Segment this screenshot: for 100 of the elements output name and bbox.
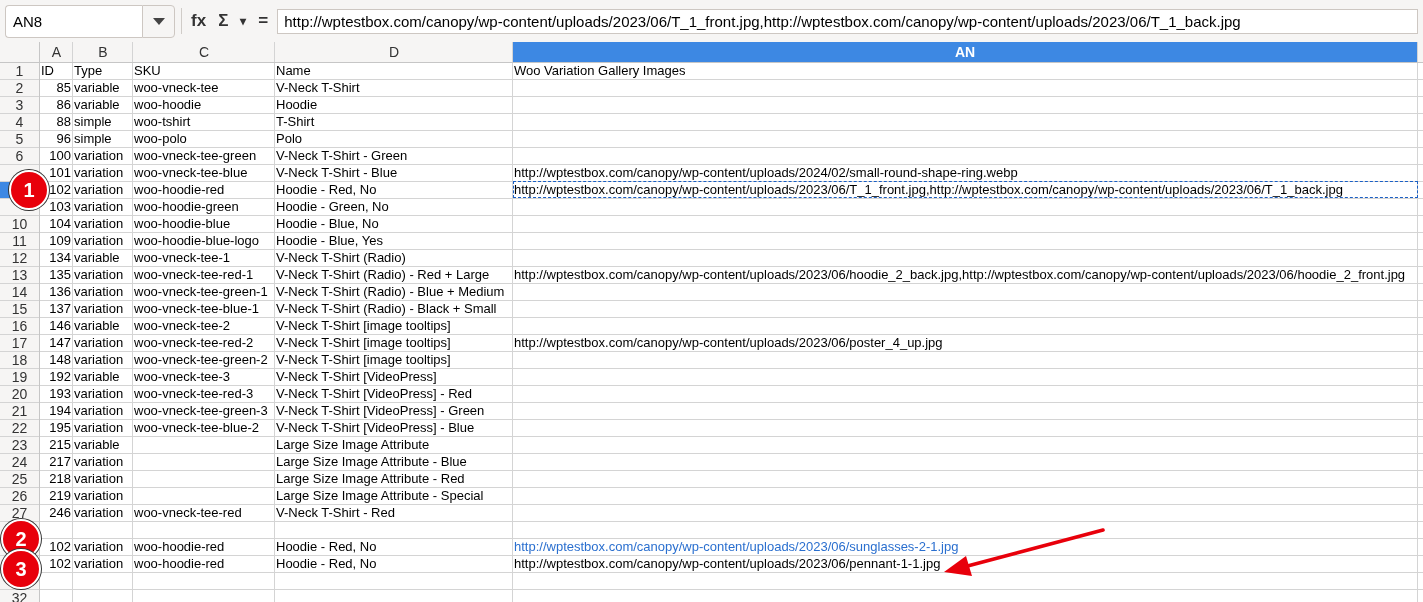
caret-button[interactable]: ▾ xyxy=(237,14,250,28)
table-cell-text: woo-hoodie-red xyxy=(133,539,226,556)
table-cell-text: variation xyxy=(73,386,125,403)
table-cell-text: V-Neck T-Shirt [image tooltips] xyxy=(275,352,452,369)
table-cell-text: Hoodie - Red, No xyxy=(275,556,378,573)
row-header[interactable]: 26 xyxy=(0,488,39,505)
table-cell-text: woo-vneck-tee-green-2 xyxy=(133,352,269,369)
row-header[interactable]: 5 xyxy=(0,131,39,148)
table-cell-text: Hoodie xyxy=(275,97,319,114)
table-cell-text: Large Size Image Attribute - Blue xyxy=(275,454,468,471)
name-box[interactable]: AN8 xyxy=(5,4,142,38)
row-header[interactable]: 11 xyxy=(0,233,39,250)
table-cell-text: variation xyxy=(73,403,125,420)
table-cell-text: variation xyxy=(73,335,125,352)
table-cell-text: variation xyxy=(73,539,125,556)
table-cell-text: Hoodie - Red, No xyxy=(275,539,378,556)
table-cell-text: V-Neck T-Shirt (Radio) - Red + Large xyxy=(275,267,491,284)
table-cell-text: T-Shirt xyxy=(275,114,316,131)
table-cell-text: 137 xyxy=(48,301,72,318)
table-cell-text: V-Neck T-Shirt [VideoPress] - Green xyxy=(275,403,486,420)
column-header[interactable]: AN xyxy=(513,42,1417,62)
table-cell-text: simple xyxy=(73,114,113,131)
table-cell-text: V-Neck T-Shirt [VideoPress] - Blue xyxy=(275,420,476,437)
row-header[interactable]: 6 xyxy=(0,148,39,165)
row-header[interactable]: 17 xyxy=(0,335,39,352)
formula-input[interactable]: http://wptestbox.com/canopy/wp-content/uploads/2023/06/T_1_front.jpg,http://wptestbox.com/canopy/wp-content/uploads/2023/06/T_1_back.jpg xyxy=(277,8,1418,34)
table-cell-text: woo-tshirt xyxy=(133,114,192,131)
table-cell-text: woo-vneck-tee-red-2 xyxy=(133,335,255,352)
table-cell-text: 102 xyxy=(48,556,72,573)
cell-link[interactable]: http://wptestbox.com/canopy/wp-content/uploads/2023/06/sunglasses-2-1.jpg xyxy=(513,539,1418,556)
column-header[interactable]: A xyxy=(40,42,73,63)
table-cell-text: variation xyxy=(73,267,125,284)
table-cell-text: Polo xyxy=(275,131,304,148)
table-cell-text: 246 xyxy=(48,505,72,522)
row-header[interactable]: 18 xyxy=(0,352,39,369)
table-cell-text: 109 xyxy=(48,233,72,250)
table-cell-text: 96 xyxy=(55,131,72,148)
table-cell-text: 195 xyxy=(48,420,72,437)
table-cell-text: variation xyxy=(73,199,125,216)
table-cell-text: variation xyxy=(73,454,125,471)
row-header[interactable]: 25 xyxy=(0,471,39,488)
table-cell-text: SKU xyxy=(133,63,162,80)
row-header[interactable]: 10 xyxy=(0,216,39,233)
table-cell-text: variable xyxy=(73,97,121,114)
table-cell-text: 100 xyxy=(48,148,72,165)
row-header[interactable]: 20 xyxy=(0,386,39,403)
table-cell-text: 148 xyxy=(48,352,72,369)
sum-button[interactable]: Σ xyxy=(215,11,232,31)
row-header[interactable]: 3 xyxy=(0,97,39,114)
table-cell-text: ID xyxy=(40,63,55,80)
table-cell-text: variable xyxy=(73,369,121,386)
table-cell-text: http://wptestbox.com/canopy/wp-content/uploads/2023/06/hoodie_2_back.jpg,http://wptestbox.com/canopy/wp-content/uploads/2023/06/hoodie_2_front.jpg xyxy=(513,267,1407,284)
row-header[interactable] xyxy=(0,182,10,198)
row-header[interactable]: 19 xyxy=(0,369,39,386)
selected-cell[interactable]: http://wptestbox.com/canopy/wp-content/uploads/2023/06/T_1_front.jpg,http://wptestbox.com/canopy/wp-content/uploads/2023/06/T_1_back.jpg xyxy=(513,181,1418,198)
table-cell-text: woo-vneck-tee-1 xyxy=(133,250,232,267)
table-cell-text: woo-vneck-tee-3 xyxy=(133,369,232,386)
row-header[interactable]: 12 xyxy=(0,250,39,267)
table-cell-text: V-Neck T-Shirt [VideoPress] xyxy=(275,369,438,386)
table-cell-text: woo-vneck-tee-blue xyxy=(133,165,249,182)
row-header[interactable]: 21 xyxy=(0,403,39,420)
row-header[interactable]: 24 xyxy=(0,454,39,471)
table-cell-text: variable xyxy=(73,437,121,454)
table-cell-text: Hoodie - Red, No xyxy=(275,182,378,199)
table-cell-text: variation xyxy=(73,216,125,233)
table-cell-text: woo-hoodie-green xyxy=(133,199,240,216)
row-header[interactable]: 15 xyxy=(0,301,39,318)
table-cell-text: variation xyxy=(73,301,125,318)
table-cell-text: variation xyxy=(73,284,125,301)
row-header[interactable]: 14 xyxy=(0,284,39,301)
table-cell-text: woo-hoodie xyxy=(133,97,203,114)
table-cell-text: Hoodie - Blue, No xyxy=(275,216,380,233)
table-cell-text: Large Size Image Attribute xyxy=(275,437,431,454)
column-header[interactable]: D xyxy=(275,42,513,63)
column-header[interactable]: C xyxy=(133,42,275,63)
row-header[interactable]: 27 xyxy=(0,505,39,522)
row-header[interactable]: 23 xyxy=(0,437,39,454)
formula-button[interactable]: = xyxy=(255,11,272,31)
table-cell-text: woo-hoodie-blue xyxy=(133,216,232,233)
table-cell-text: woo-vneck-tee-green-1 xyxy=(133,284,269,301)
table-cell-text: 146 xyxy=(48,318,72,335)
row-header[interactable]: 4 xyxy=(0,114,39,131)
table-cell-text: woo-vneck-tee-blue-1 xyxy=(133,301,260,318)
row-header[interactable]: 13 xyxy=(0,267,39,284)
table-cell-text: 194 xyxy=(48,403,72,420)
table-cell-text: V-Neck T-Shirt [image tooltips] xyxy=(275,335,452,352)
dropdown-button[interactable] xyxy=(142,4,175,38)
table-cell-text: 86 xyxy=(55,97,72,114)
table-cell-text: 217 xyxy=(48,454,72,471)
column-header[interactable]: B xyxy=(73,42,133,63)
table-cell-text: variation xyxy=(73,420,125,437)
row-header[interactable]: 22 xyxy=(0,420,39,437)
table-cell-text: Hoodie - Blue, Yes xyxy=(275,233,384,250)
function-wizard-button[interactable]: fx xyxy=(188,11,210,31)
row-header[interactable]: 16 xyxy=(0,318,39,335)
table-cell-text: 219 xyxy=(48,488,72,505)
table-cell-text: 102 xyxy=(48,182,72,199)
row-header[interactable]: 1 xyxy=(0,63,39,80)
row-header[interactable]: 2 xyxy=(0,80,39,97)
table-cell-text: 192 xyxy=(48,369,72,386)
